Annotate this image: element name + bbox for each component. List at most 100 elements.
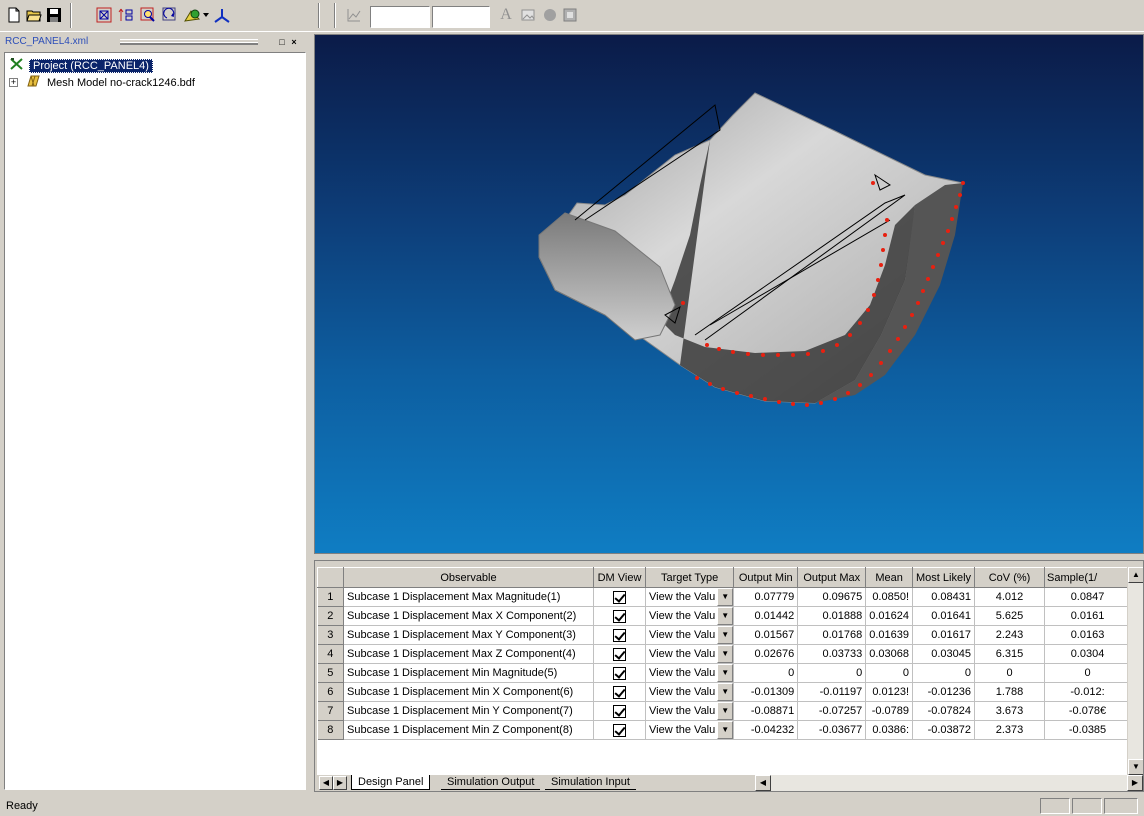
restore-icon[interactable]: □ xyxy=(277,38,287,48)
scroll-up-icon[interactable]: ▲ xyxy=(1128,567,1143,583)
rotate-icon[interactable] xyxy=(160,5,180,25)
output-min-cell[interactable]: 0.01567 xyxy=(733,625,799,645)
cov-cell[interactable]: 4.012 xyxy=(974,587,1046,607)
observable-cell[interactable]: Subcase 1 Displacement Min Z Component(8… xyxy=(343,720,594,740)
table-row[interactable]: 7 Subcase 1 Displacement Min Y Component(… xyxy=(317,701,1132,721)
transform-icon[interactable] xyxy=(116,5,136,25)
mean-cell[interactable]: 0.0123! xyxy=(865,682,914,702)
col-header-target-type[interactable]: Target Type xyxy=(644,567,735,588)
dropdown-arrow-icon[interactable]: ▼ xyxy=(717,607,733,625)
dm-view-cell[interactable] xyxy=(593,682,646,702)
output-max-cell[interactable]: 0.01768 xyxy=(797,625,867,645)
graph-icon[interactable] xyxy=(344,5,364,25)
scroll-left-icon[interactable]: ◀ xyxy=(755,775,771,791)
sample-cell[interactable]: 0.0161 xyxy=(1044,606,1132,626)
zoom-icon[interactable] xyxy=(138,5,158,25)
tab-design-panel[interactable]: Design Panel xyxy=(351,775,431,790)
dm-view-checkbox[interactable] xyxy=(613,628,626,642)
row-number[interactable]: 1 xyxy=(317,587,344,607)
observable-cell[interactable]: Subcase 1 Displacement Max X Component(2… xyxy=(343,606,594,626)
sample-cell[interactable]: 0.0847 xyxy=(1044,587,1132,607)
cov-cell[interactable]: 6.315 xyxy=(974,644,1046,664)
cov-cell[interactable]: 5.625 xyxy=(974,606,1046,626)
observable-cell[interactable]: Subcase 1 Displacement Max Magnitude(1) xyxy=(343,587,594,607)
tree-item-project[interactable]: Project (RCC_PANEL4) xyxy=(9,57,153,74)
cov-cell[interactable]: 1.788 xyxy=(974,682,1046,702)
output-min-cell[interactable]: 0.02676 xyxy=(733,644,799,664)
table-row[interactable]: 3 Subcase 1 Displacement Max Y Component(… xyxy=(317,625,1132,645)
col-header-most-likely[interactable]: Most Likely xyxy=(912,567,976,588)
sample-cell[interactable]: 0.0163 xyxy=(1044,625,1132,645)
dm-view-checkbox[interactable] xyxy=(613,590,626,604)
dm-view-cell[interactable] xyxy=(593,720,646,740)
output-max-cell[interactable]: -0.03677 xyxy=(797,720,867,740)
output-max-cell[interactable]: 0.01888 xyxy=(797,606,867,626)
col-header-observable[interactable]: Observable xyxy=(343,567,594,588)
output-max-cell[interactable]: 0.03733 xyxy=(797,644,867,664)
row-number[interactable]: 2 xyxy=(317,606,344,626)
sample-cell[interactable]: -0.078€ xyxy=(1044,701,1132,721)
dm-view-checkbox[interactable] xyxy=(613,647,626,661)
mean-cell[interactable]: 0.03068 xyxy=(865,644,914,664)
image-icon[interactable] xyxy=(518,5,538,25)
output-min-cell[interactable]: 0.07779 xyxy=(733,587,799,607)
observable-cell[interactable]: Subcase 1 Displacement Min Magnitude(5) xyxy=(343,663,594,683)
observable-cell[interactable]: Subcase 1 Displacement Min Y Component(7… xyxy=(343,701,594,721)
output-max-cell[interactable]: -0.07257 xyxy=(797,701,867,721)
output-min-cell[interactable]: 0 xyxy=(733,663,799,683)
dm-view-cell[interactable] xyxy=(593,644,646,664)
observables-grid[interactable]: Observable DM View Target Type Output Mi… xyxy=(317,567,1143,775)
mean-cell[interactable]: 0.01624 xyxy=(865,606,914,626)
fit-view-icon[interactable] xyxy=(94,5,114,25)
table-row[interactable]: 6 Subcase 1 Displacement Min X Component(… xyxy=(317,682,1132,702)
3d-viewport[interactable] xyxy=(314,34,1144,554)
dropdown-arrow-icon[interactable]: ▼ xyxy=(717,664,733,682)
dropdown-arrow-icon[interactable]: ▼ xyxy=(717,645,733,663)
most-likely-cell[interactable]: -0.01236 xyxy=(912,682,976,702)
expand-icon[interactable]: + xyxy=(9,78,18,87)
dropdown-arrow-icon[interactable]: ▼ xyxy=(717,702,733,720)
pane-drag-grip[interactable] xyxy=(120,39,258,45)
mean-cell[interactable]: 0.0850! xyxy=(865,587,914,607)
tab-simulation-output[interactable]: Simulation Output xyxy=(441,775,541,790)
row-number[interactable]: 4 xyxy=(317,644,344,664)
col-header-output-max[interactable]: Output Max xyxy=(797,567,867,588)
cov-cell[interactable]: 2.243 xyxy=(974,625,1046,645)
sample-cell[interactable]: -0.0385 xyxy=(1044,720,1132,740)
mean-cell[interactable]: 0 xyxy=(865,663,914,683)
sample-cell[interactable]: 0.0304 xyxy=(1044,644,1132,664)
mean-cell[interactable]: -0.0789 xyxy=(865,701,914,721)
target-type-cell[interactable]: View the Valu ▼ xyxy=(645,587,735,607)
horizontal-scrollbar[interactable]: ◀ ▶ xyxy=(755,775,1143,791)
observable-cell[interactable]: Subcase 1 Displacement Max Z Component(4… xyxy=(343,644,594,664)
col-header-dm-view[interactable]: DM View xyxy=(593,567,646,588)
most-likely-cell[interactable]: -0.03872 xyxy=(912,720,976,740)
dm-view-checkbox[interactable] xyxy=(613,685,626,699)
dropdown-arrow-icon[interactable]: ▼ xyxy=(717,721,733,739)
new-file-icon[interactable] xyxy=(4,5,24,25)
output-min-cell[interactable]: -0.08871 xyxy=(733,701,799,721)
row-number[interactable]: 6 xyxy=(317,682,344,702)
table-row[interactable]: 2 Subcase 1 Displacement Max X Component(… xyxy=(317,606,1132,626)
output-max-cell[interactable]: 0.09675 xyxy=(797,587,867,607)
font-icon[interactable]: A xyxy=(496,5,516,25)
toolbar-input-1[interactable] xyxy=(370,6,430,28)
dm-view-checkbox[interactable] xyxy=(613,609,626,623)
dm-view-checkbox[interactable] xyxy=(613,723,626,737)
scroll-right-icon[interactable]: ▶ xyxy=(1127,775,1143,791)
most-likely-cell[interactable]: 0.03045 xyxy=(912,644,976,664)
dm-view-cell[interactable] xyxy=(593,663,646,683)
output-max-cell[interactable]: 0 xyxy=(797,663,867,683)
col-header-output-min[interactable]: Output Min xyxy=(733,567,799,588)
dropdown-arrow-icon[interactable]: ▼ xyxy=(717,683,733,701)
table-row[interactable]: 5 Subcase 1 Displacement Min Magnitude(5)… xyxy=(317,663,1132,683)
sample-cell[interactable]: 0 xyxy=(1044,663,1132,683)
target-type-cell[interactable]: View the Valu ▼ xyxy=(645,720,735,740)
table-row[interactable]: 1 Subcase 1 Displacement Max Magnitude(1)… xyxy=(317,587,1132,607)
observable-cell[interactable]: Subcase 1 Displacement Min X Component(6… xyxy=(343,682,594,702)
cov-cell[interactable]: 0 xyxy=(974,663,1046,683)
dropdown-arrow-icon[interactable]: ▼ xyxy=(717,626,733,644)
dm-view-cell[interactable] xyxy=(593,606,646,626)
cov-cell[interactable]: 3.673 xyxy=(974,701,1046,721)
row-number[interactable]: 5 xyxy=(317,663,344,683)
